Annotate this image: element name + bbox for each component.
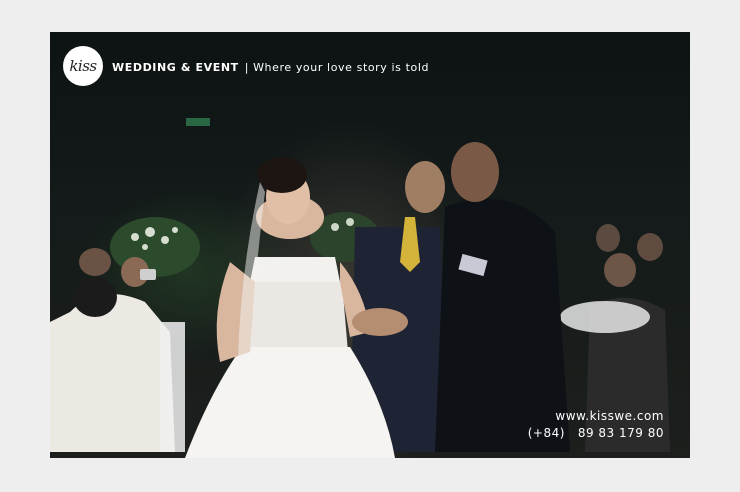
guest-right-3 — [604, 253, 636, 287]
guest-right-1 — [596, 224, 620, 252]
groom-face — [451, 142, 499, 202]
brand-tagline: Where your love story is told — [253, 61, 430, 74]
brand-name: WEDDING & EVENT — [112, 61, 239, 74]
brand-separator: | — [244, 61, 250, 74]
father-face — [405, 161, 445, 213]
brand-header: WEDDING & EVENT | Where your love story is… — [112, 61, 429, 74]
bride-bodice — [242, 282, 348, 352]
wedding-photo: kiss WEDDING & EVENT | Where your love sto… — [50, 32, 690, 458]
website-text: www.kisswe.com — [555, 409, 664, 423]
joined-hands — [352, 308, 408, 336]
guest-phone — [140, 269, 156, 280]
phone-text: (+84) 89 83 179 80 — [527, 426, 664, 440]
logo-text: kiss — [69, 57, 97, 75]
guest-right-2 — [637, 233, 663, 261]
guest-left-1 — [79, 248, 111, 276]
father-tie — [400, 217, 420, 272]
wedding-scene-illustration — [50, 118, 670, 458]
kiss-logo: kiss — [63, 46, 103, 86]
bride-hair — [257, 157, 307, 193]
exit-light — [186, 118, 210, 126]
table-cloth — [560, 301, 650, 333]
white-chair — [160, 322, 185, 452]
bride-bodice-top — [250, 257, 340, 282]
contact-info: www.kisswe.com (+84) 89 83 179 80 — [528, 408, 664, 442]
guest-seated-left — [50, 294, 175, 452]
